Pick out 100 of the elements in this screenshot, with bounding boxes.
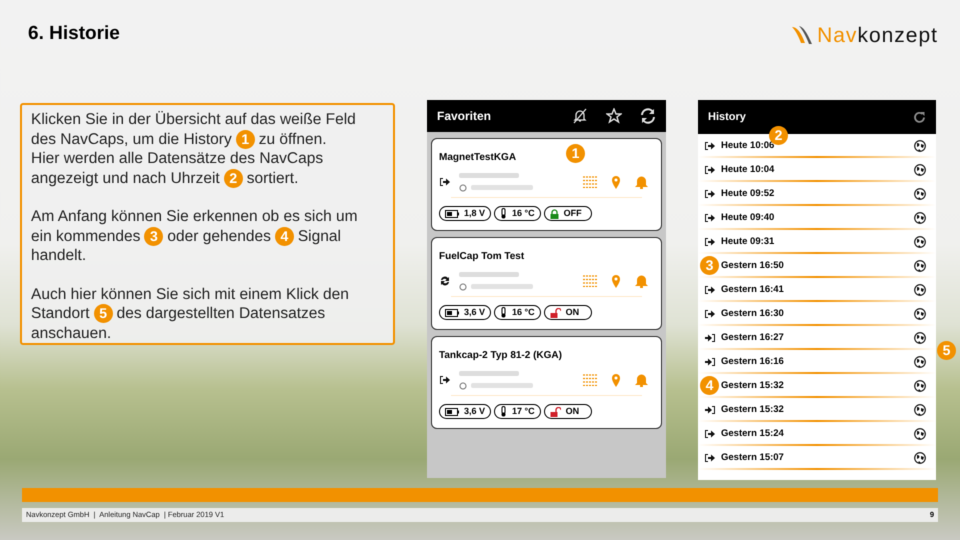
exit-arrow-icon [704,213,716,223]
battery-icon [445,210,459,218]
device-name: Tankcap-2 Typ 81-2 (KGA) [439,349,562,363]
record-time: Heute 09:52 [721,186,774,201]
exit-arrow-icon [704,453,716,463]
battery-icon [445,308,459,316]
exit-arrow-icon [704,141,716,151]
refresh-icon [913,110,926,124]
globe-icon [914,212,926,224]
callout-badge: 5 [94,304,113,324]
record-time: Gestern 16:27 [721,330,784,345]
list-icon [583,275,597,287]
device-card[interactable]: MagnetTestKGA 1,8 V 16 °C OFF 1 [431,138,662,231]
device-card[interactable]: Tankcap-2 Typ 81-2 (KGA) 3,6 V 17 °C ON [431,336,662,429]
globe-icon [914,404,926,416]
instruction-text: Klicken Sie in der Übersicht auf das weiße Feld [31,110,356,130]
lock-state: OFF [564,206,582,220]
screen-title: Favoriten [437,108,492,125]
record-time: Gestern 15:24 [721,426,784,441]
temperature-value: 17 °C [512,404,535,418]
screen-title: History [708,110,747,125]
instruction-text: Signal [298,226,341,246]
exit-arrow-icon [704,189,716,199]
record-time: Gestern 16:30 [721,306,784,321]
record-time: Gestern 15:32 [721,378,784,393]
exit-arrow-icon [704,285,716,295]
logo-wordmark: Navkonzept [817,24,938,46]
star-icon [606,108,622,124]
globe-icon [914,452,926,464]
callout-badge: 2 [224,168,243,188]
enter-arrow-icon [704,405,716,415]
instruction-text: Standort [31,304,90,324]
record-time: Heute 10:04 [721,162,774,177]
instruction-text: angezeigt und nach Uhrzeit [31,168,220,188]
record-time: Gestern 15:32 [721,402,784,417]
refresh-icon [640,108,656,124]
globe-icon [914,164,926,176]
enter-arrow-icon [704,333,716,343]
exit-arrow-icon [439,177,451,187]
exit-arrow-icon [704,165,716,175]
globe-icon [914,308,926,320]
globe-icon [914,380,926,392]
list-icon [583,374,597,386]
instruction-text: des NavCaps, um die History [31,130,232,149]
thermometer-icon [500,406,508,417]
lock-state: ON [566,404,580,418]
exit-arrow-icon [704,309,716,319]
globe-icon [914,284,926,296]
instruction-text: Auch hier können Sie sich mit einem Klick den [31,284,349,304]
slide-title: 6. Historie [28,22,120,46]
globe-icon [914,236,926,248]
enter-arrow-icon [704,357,716,367]
thermometer-icon [500,307,508,318]
instruction-text: zu öffnen. [258,130,327,149]
record-time: Gestern 15:07 [721,450,784,465]
battery-icon [445,408,459,416]
map-pin-icon [611,274,621,288]
lock-state: ON [566,306,580,319]
record-time: Gestern 16:16 [721,354,784,369]
instruction-text: Am Anfang können Sie erkennen ob es sich um [31,207,358,226]
exit-arrow-icon [439,375,451,385]
battery-voltage: 1,8 V [464,206,486,220]
bell-icon [635,274,648,288]
exit-arrow-icon [704,429,716,439]
callout-badge: 1 [236,130,255,149]
list-icon [583,176,597,188]
bell-icon [635,175,648,189]
battery-voltage: 3,6 V [464,306,486,319]
record-time: Gestern 16:41 [721,282,784,297]
record-time: Heute 09:31 [721,234,774,249]
instruction-text: oder gehendes [167,226,271,246]
instruction-text: Hier werden alle Datensätze des NavCaps [31,149,324,168]
instruction-text: anschauen. [31,324,112,343]
sync-icon [439,275,451,287]
temperature-value: 16 °C [512,306,535,319]
record-time: Heute 09:40 [721,210,774,225]
globe-icon [914,428,926,440]
thermometer-icon [500,208,508,219]
bell-off-icon [572,108,588,124]
instruction-text: ein kommendes [31,226,140,246]
globe-icon [914,188,926,200]
temperature-value: 16 °C [512,206,535,220]
instruction-text: sortiert. [246,168,298,188]
callout-badge: 3 [144,226,164,246]
device-name: MagnetTestKGA [439,151,516,165]
map-pin-icon [611,373,621,387]
instruction-text: des dargestellten Datensatzes [116,304,326,324]
device-name: FuelCap Tom Test [439,250,524,264]
map-pin-icon [611,175,621,189]
bell-icon [635,373,648,387]
globe-icon [914,140,926,152]
device-card[interactable]: FuelCap Tom Test 3,6 V 16 °C ON [431,237,662,330]
exit-arrow-icon [704,237,716,247]
battery-voltage: 3,6 V [464,404,486,418]
callout-badge: 1 [566,144,585,163]
globe-icon [914,356,926,368]
globe-icon [914,332,926,344]
instruction-text: handelt. [31,246,86,266]
record-time: Gestern 16:50 [721,258,784,273]
globe-icon [914,260,926,272]
